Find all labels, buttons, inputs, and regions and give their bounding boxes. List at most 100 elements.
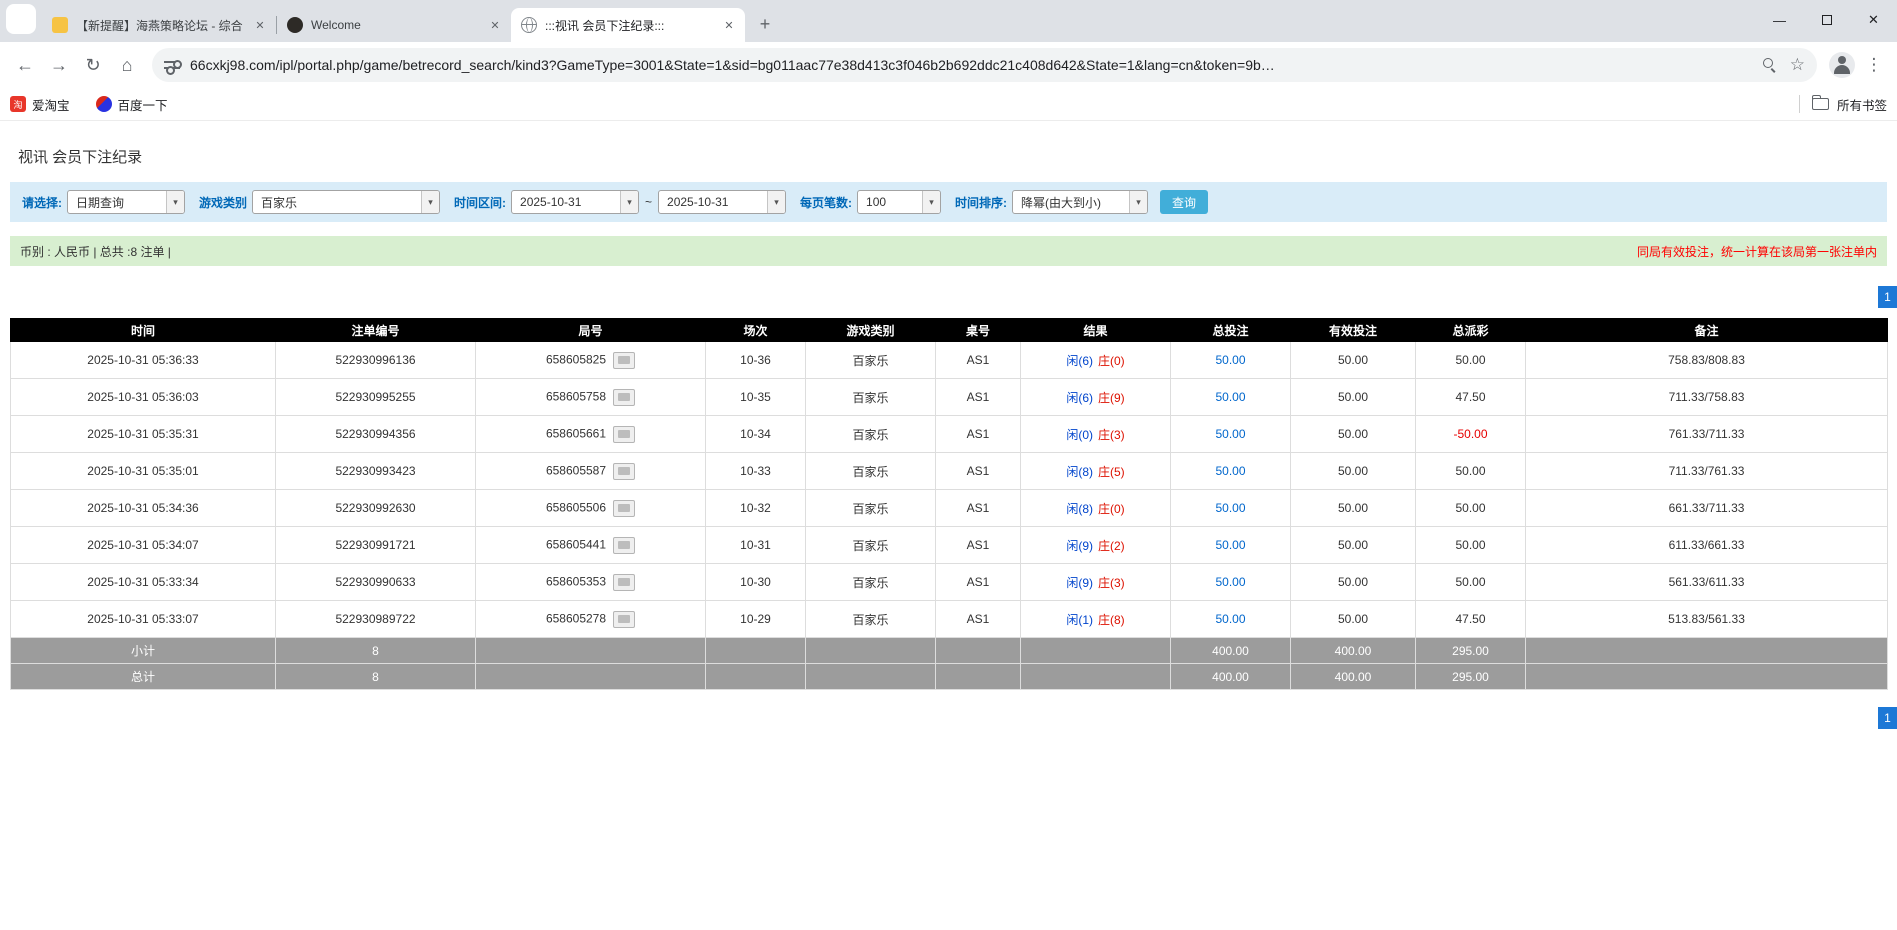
bookmark-label: 爱淘宝: [32, 98, 70, 113]
cell-total-bet: 50.00: [1170, 526, 1291, 564]
total-bet-link[interactable]: 50.00: [1215, 575, 1245, 589]
forum-favicon-icon: [52, 17, 68, 33]
total-bet-link[interactable]: 50.00: [1215, 612, 1245, 626]
tab-close-icon[interactable]: ✕: [252, 17, 268, 33]
chevron-down-icon[interactable]: ▾: [767, 191, 786, 213]
total-bet-link[interactable]: 50.00: [1215, 427, 1245, 441]
url-bar[interactable]: 66cxkj98.com/ipl/portal.php/game/betreco…: [152, 48, 1817, 82]
query-mode-select[interactable]: 日期查询 ▾: [67, 190, 185, 214]
replay-icon[interactable]: [613, 425, 636, 443]
zoom-icon[interactable]: [1762, 57, 1778, 73]
all-bookmarks-label[interactable]: 所有书签: [1837, 95, 1887, 114]
game-type-select[interactable]: 百家乐 ▾: [252, 190, 441, 214]
cell-result: 闲(0) 庄(3): [1020, 415, 1171, 453]
cell-payout: -50.00: [1415, 415, 1526, 453]
sort-order-select[interactable]: 降幂(由大到小) ▾: [1012, 190, 1149, 214]
home-button[interactable]: ⌂: [110, 48, 144, 82]
tab-search-button[interactable]: [6, 4, 36, 34]
table-row: 2025-10-31 05:33:07 522930989722 6586052…: [10, 600, 1888, 638]
subtotal-empty: [475, 637, 706, 664]
profile-icon[interactable]: [1829, 52, 1855, 78]
maximize-icon: [1821, 15, 1832, 25]
replay-icon-glyph: [618, 541, 631, 549]
query-mode-label: 请选择:: [22, 195, 62, 210]
date-to-select[interactable]: 2025-10-31 ▾: [658, 190, 787, 214]
forward-button[interactable]: →: [42, 48, 76, 82]
tab-close-icon[interactable]: ✕: [721, 17, 737, 33]
replay-icon[interactable]: [613, 573, 636, 591]
bookmark-taobao[interactable]: 淘 爱淘宝: [10, 95, 70, 114]
total-count: 8: [275, 663, 476, 690]
browser-menu-icon[interactable]: ⋮: [1859, 55, 1889, 75]
cell-round-id: 658605758: [475, 378, 706, 416]
sort-order-value: 降幂(由大到小): [1021, 195, 1102, 210]
total-bet-link[interactable]: 50.00: [1215, 353, 1245, 367]
total-payout: 295.00: [1415, 663, 1526, 690]
chevron-down-icon[interactable]: ▾: [922, 191, 941, 213]
header-row: 时间 注单编号 局号 场次 游戏类别 桌号 结果 总投注 有效投注 总派彩 备注: [10, 318, 1888, 342]
tab-close-icon[interactable]: ✕: [487, 17, 503, 33]
maximize-button[interactable]: [1803, 0, 1850, 40]
chevron-down-icon[interactable]: ▾: [620, 191, 639, 213]
total-label: 总计: [10, 663, 276, 690]
cell-payout: 50.00: [1415, 341, 1526, 379]
table-row: 2025-10-31 05:35:31 522930994356 6586056…: [10, 415, 1888, 453]
cell-valid-bet: 50.00: [1290, 341, 1416, 379]
total-bet-link[interactable]: 50.00: [1215, 464, 1245, 478]
table-footer: 小计 8 400.00 400.00 295.00 总计 8 400.00 40…: [10, 637, 1888, 690]
query-button[interactable]: 查询: [1160, 190, 1209, 214]
bookmark-star-icon[interactable]: ☆: [1790, 55, 1805, 75]
cell-time: 2025-10-31 05:34:36: [10, 489, 276, 527]
settlement-notice: 同局有效投注，统一计算在该局第一张注单内: [1636, 244, 1877, 259]
total-row: 总计 8 400.00 400.00 295.00: [10, 663, 1888, 690]
cell-note: 661.33/711.33: [1525, 489, 1888, 527]
bookmark-baidu[interactable]: 百度一下: [95, 95, 168, 114]
result-banker: 庄(0): [1098, 353, 1125, 368]
page-number-button[interactable]: 1: [1878, 286, 1897, 308]
cell-note: 711.33/758.83: [1525, 378, 1888, 416]
replay-icon[interactable]: [613, 610, 636, 628]
cell-session: 10-32: [705, 489, 806, 527]
tab-forum[interactable]: 【新提醒】海燕策略论坛 - 综合 ✕: [42, 8, 276, 42]
subtotal-empty: [705, 637, 806, 664]
back-button[interactable]: ←: [8, 48, 42, 82]
replay-icon[interactable]: [613, 499, 636, 517]
page-size-select[interactable]: 100 ▾: [857, 190, 942, 214]
chevron-down-icon[interactable]: ▾: [1129, 191, 1148, 213]
total-bet-link[interactable]: 50.00: [1215, 538, 1245, 552]
total-empty: [705, 663, 806, 690]
replay-icon[interactable]: [613, 462, 636, 480]
chevron-down-icon[interactable]: ▾: [421, 191, 440, 213]
tab-bet-records[interactable]: :::视讯 会员下注纪录::: ✕: [511, 8, 745, 42]
replay-icon[interactable]: [613, 351, 636, 369]
header-result: 结果: [1020, 318, 1171, 342]
page-size-label: 每页笔数:: [800, 195, 853, 210]
total-bet-link[interactable]: 50.00: [1215, 501, 1245, 515]
cell-total-bet: 50.00: [1170, 378, 1291, 416]
replay-icon[interactable]: [613, 536, 636, 554]
header-total-bet: 总投注: [1170, 318, 1291, 342]
cell-total-bet: 50.00: [1170, 415, 1291, 453]
tab-welcome[interactable]: Welcome ✕: [277, 8, 511, 42]
replay-icon[interactable]: [613, 388, 636, 406]
subtotal-count: 8: [275, 637, 476, 664]
page-content: 视讯 会员下注纪录 请选择: 日期查询 ▾ 游戏类别 百家乐 ▾ 时间区间: 2…: [0, 146, 1897, 729]
result-banker: 庄(0): [1098, 501, 1125, 516]
cell-game-type: 百家乐: [805, 563, 936, 601]
new-tab-button[interactable]: +: [751, 10, 779, 38]
minimize-button[interactable]: —: [1756, 0, 1803, 40]
page-number-button[interactable]: 1: [1878, 707, 1897, 729]
reload-button[interactable]: ↻: [76, 48, 110, 82]
cell-round-id: 658605825: [475, 341, 706, 379]
site-settings-icon[interactable]: [164, 57, 182, 73]
cell-result: 闲(6) 庄(0): [1020, 341, 1171, 379]
cell-table-no: AS1: [935, 600, 1021, 638]
close-window-button[interactable]: ✕: [1850, 0, 1897, 40]
result-player: 闲(9): [1066, 575, 1093, 590]
date-from-select[interactable]: 2025-10-31 ▾: [511, 190, 640, 214]
chevron-down-icon[interactable]: ▾: [166, 191, 184, 213]
summary-bar: 币别 : 人民币 | 总共 :8 注单 | 同局有效投注，统一计算在该局第一张注…: [10, 236, 1887, 266]
total-bet-link[interactable]: 50.00: [1215, 390, 1245, 404]
url-text[interactable]: 66cxkj98.com/ipl/portal.php/game/betreco…: [190, 57, 1754, 73]
cell-valid-bet: 50.00: [1290, 600, 1416, 638]
